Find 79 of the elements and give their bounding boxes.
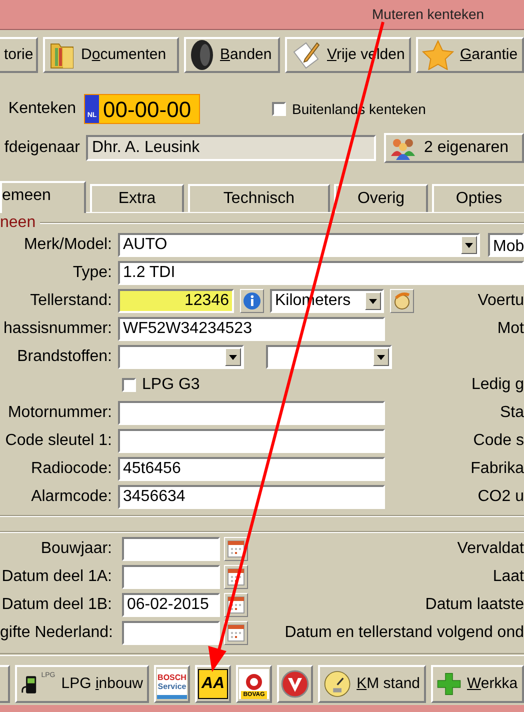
toolbar-button[interactable]: torie — [0, 37, 38, 73]
date-field[interactable] — [122, 565, 220, 589]
field-label: Brandstoffen: — [16, 347, 112, 367]
tab[interactable]: Opties — [432, 184, 524, 212]
text-field[interactable]: 1.2 TDI — [118, 261, 524, 285]
field-label: Vervaldat — [457, 539, 524, 559]
tab[interactable]: Overig — [334, 184, 428, 212]
field-label: CO2 u — [478, 487, 524, 507]
field-label: Code sleutel 1: — [4, 431, 112, 451]
info-icon — [243, 292, 261, 310]
field-label: Sta — [500, 403, 524, 423]
toolbar-button[interactable]: Werkka — [431, 665, 524, 703]
speedometer-icon — [393, 292, 411, 310]
text-field[interactable] — [118, 429, 385, 453]
field-label: Ledig g — [472, 375, 524, 395]
field-label: Radiocode: — [30, 459, 112, 479]
field-label: Mot — [497, 319, 524, 339]
logo-button[interactable] — [277, 665, 313, 703]
plus-icon — [437, 672, 461, 696]
field-label: hassisnummer: — [2, 319, 112, 339]
field-label: Fabrika — [470, 459, 524, 479]
field-label: Datum deel 1A: — [0, 567, 112, 587]
text-field[interactable]: 3456634 — [118, 485, 385, 509]
field-label: Tellerstand: — [29, 291, 112, 311]
toolbar-button[interactable]: Garantie — [416, 37, 524, 73]
dropdown-caret-icon[interactable] — [365, 292, 381, 310]
date-field[interactable] — [122, 621, 220, 645]
field-label: Laat — [492, 567, 524, 587]
field-label: Datum laatste — [425, 595, 524, 615]
date-field[interactable] — [122, 537, 220, 561]
info-button[interactable] — [240, 289, 264, 313]
owners-button[interactable]: 2 eigenaren — [384, 133, 524, 163]
dropdown[interactable]: AUTO — [118, 233, 480, 257]
text-field[interactable]: WF52W34234523 — [118, 317, 385, 341]
dropdown[interactable] — [118, 345, 244, 369]
v-logo-icon — [281, 670, 309, 698]
text-field[interactable] — [118, 401, 385, 425]
dropdown[interactable] — [266, 345, 392, 369]
people-icon — [390, 136, 416, 160]
calendar-button[interactable] — [224, 621, 248, 645]
star-icon — [422, 40, 454, 70]
toolbar-button[interactable] — [0, 665, 10, 703]
checkbox-label: LPG G3 — [142, 375, 200, 395]
field-label: Datum deel 1B: — [0, 595, 112, 615]
field-label: Kenteken — [7, 99, 77, 119]
field-label: gifte Nederland: — [0, 623, 112, 643]
field-label: Code s — [473, 431, 524, 451]
calendar-icon — [227, 540, 245, 558]
dropdown-caret-icon[interactable] — [373, 348, 389, 366]
field-label: Merk/Model: — [22, 235, 112, 255]
field-label: Alarmcode: — [30, 487, 112, 507]
field-label: Motornummer: — [6, 403, 112, 423]
date-field[interactable]: 06-02-2015 — [122, 593, 220, 617]
tab[interactable]: Technisch — [188, 184, 330, 212]
tire-icon — [190, 39, 214, 71]
field-label: Type: — [72, 263, 112, 283]
tab[interactable]: emeen — [0, 181, 86, 213]
dropdown[interactable]: Mob — [488, 233, 524, 257]
checkbox[interactable] — [122, 378, 136, 392]
calendar-icon — [227, 624, 245, 642]
dropdown-caret-icon[interactable] — [225, 348, 241, 366]
text-field[interactable]: 45t6456 — [118, 457, 385, 481]
field-label: Voertu — [478, 291, 524, 311]
annotation-label: Muteren kenteken — [372, 5, 484, 24]
speedometer-icon — [324, 668, 351, 700]
checkbox[interactable] — [272, 102, 286, 116]
toolbar-button[interactable]: KM stand — [318, 665, 426, 703]
counter-button[interactable] — [390, 289, 414, 313]
section-legend: neen — [0, 211, 36, 235]
owner-field[interactable]: Dhr. A. Leusink — [86, 135, 376, 161]
text-field[interactable]: 12346 — [118, 289, 234, 313]
tab[interactable]: Extra — [90, 184, 184, 212]
toolbar-button[interactable]: Documenten — [43, 37, 179, 73]
dropdown-caret-icon[interactable] — [461, 236, 477, 254]
field-label: Datum en tellerstand volgend ond — [284, 623, 524, 643]
field-label: Bouwjaar: — [40, 539, 112, 559]
paper-pencil-icon — [291, 40, 321, 70]
field-label: fdeigenaar — [3, 138, 80, 158]
toolbar-button[interactable]: Banden — [184, 37, 280, 73]
